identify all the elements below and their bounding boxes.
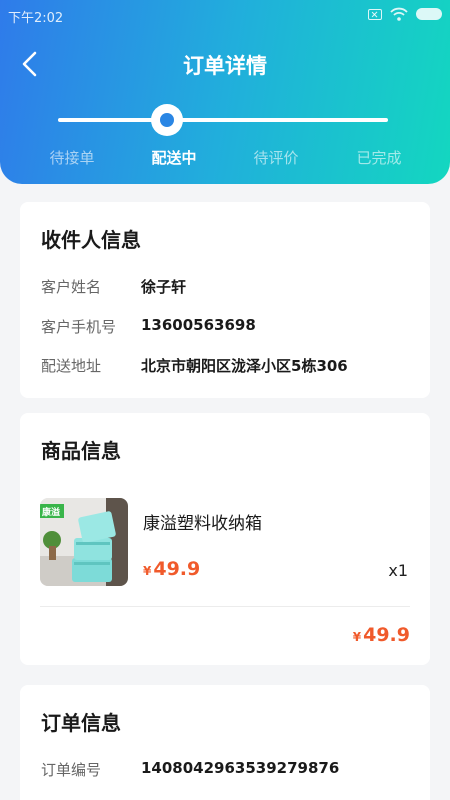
status-time: 下午2:02 bbox=[8, 11, 64, 26]
no-sim-icon bbox=[368, 8, 382, 20]
storage-box-image: 康溢 bbox=[40, 498, 128, 586]
product-name[interactable]: 康溢塑料收纳箱 bbox=[143, 509, 262, 534]
delivery-address-label: 配送地址 bbox=[41, 357, 102, 375]
progress-indicator bbox=[151, 104, 183, 136]
step-completed: 已完成 bbox=[356, 149, 402, 167]
goods-title: 商品信息 bbox=[41, 439, 121, 463]
brand-logo-text: 康溢 bbox=[42, 506, 60, 518]
order-number-label: 订单编号 bbox=[41, 761, 102, 779]
order-title: 订单信息 bbox=[41, 711, 121, 735]
customer-phone-label: 客户手机号 bbox=[41, 318, 117, 336]
goods-card: 商品信息 康溢 康溢塑料收纳箱 ¥49.9 x1 ¥49.9 bbox=[20, 413, 430, 665]
recipient-card: 收件人信息 客户姓名 徐子轩 客户手机号 13600563698 配送地址 北京… bbox=[20, 202, 430, 398]
page-title: 订单详情 bbox=[183, 54, 267, 78]
product-thumbnail[interactable]: 康溢 bbox=[40, 498, 128, 586]
wifi-icon bbox=[390, 7, 408, 21]
divider bbox=[40, 606, 410, 607]
recipient-title: 收件人信息 bbox=[41, 228, 141, 252]
step-delivering: 配送中 bbox=[151, 149, 197, 167]
unit-price-value: 49.9 bbox=[153, 558, 201, 580]
customer-name-value: 徐子轩 bbox=[141, 278, 187, 296]
order-card: 订单信息 订单编号 1408042963539279876 bbox=[20, 685, 430, 800]
currency-symbol: ¥ bbox=[143, 564, 152, 578]
total-price-value: 49.9 bbox=[363, 624, 410, 646]
step-pending-accept: 待接单 bbox=[49, 149, 95, 167]
progress-dot bbox=[160, 113, 174, 127]
customer-phone-value[interactable]: 13600563698 bbox=[141, 316, 256, 334]
quantity: x1 bbox=[388, 561, 408, 580]
order-number-value: 1408042963539279876 bbox=[141, 759, 340, 777]
header: 下午2:02 订单详情 待接单 配送中 待评价 已完成 bbox=[0, 0, 450, 184]
progress-track bbox=[58, 118, 388, 122]
status-bar: 下午2:02 bbox=[0, 0, 450, 30]
battery-icon bbox=[416, 8, 442, 20]
total-currency-symbol: ¥ bbox=[352, 630, 362, 644]
unit-price: ¥49.9 bbox=[143, 558, 200, 580]
customer-name-label: 客户姓名 bbox=[41, 278, 102, 296]
delivery-address-value: 北京市朝阳区泷泽小区5栋306 bbox=[141, 357, 348, 375]
status-icons bbox=[368, 7, 442, 21]
step-pending-review: 待评价 bbox=[253, 149, 299, 167]
total-price: ¥49.9 bbox=[353, 624, 410, 646]
